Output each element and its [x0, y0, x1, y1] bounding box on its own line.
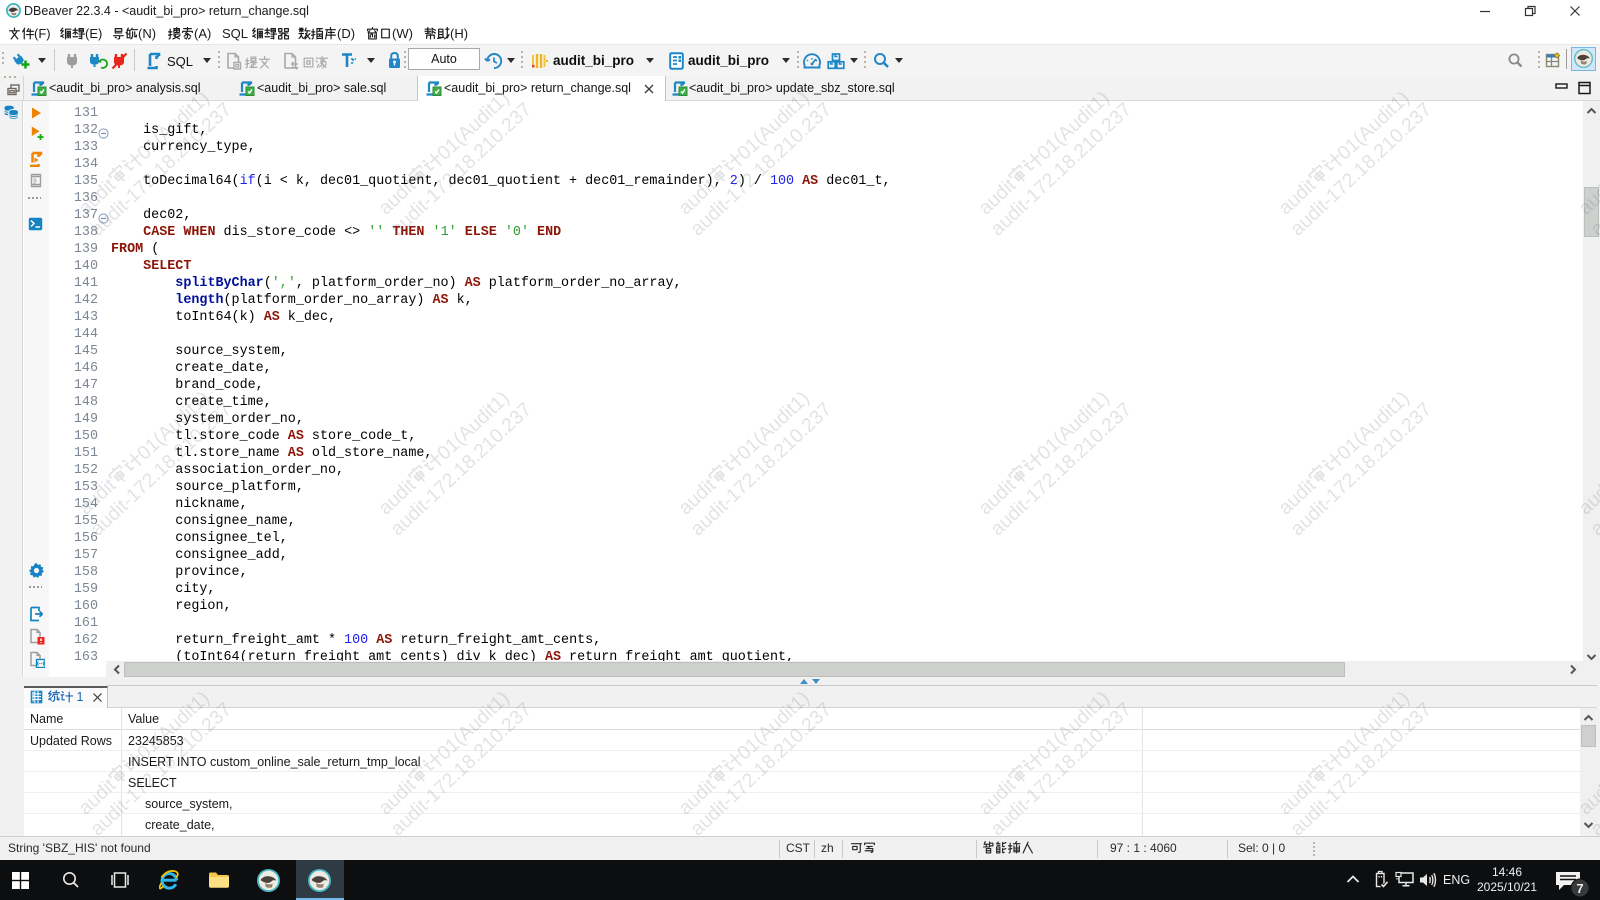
svg-text:7: 7	[1576, 881, 1583, 896]
